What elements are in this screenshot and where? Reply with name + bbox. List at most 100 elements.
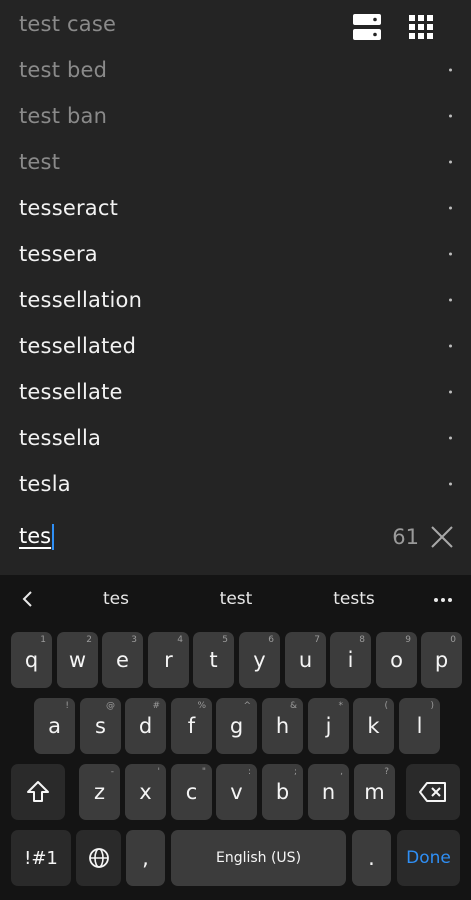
key-c[interactable]: " c (171, 764, 212, 820)
key-hint: # (152, 701, 160, 711)
item-dot (449, 252, 452, 256)
symbols-key[interactable]: !#1 (11, 830, 71, 886)
grid-view-icon[interactable] (404, 10, 438, 44)
key-hint: @ (106, 701, 115, 711)
key-label: b (275, 780, 290, 804)
item-dot (449, 298, 452, 302)
key-label: q (24, 648, 39, 672)
suggestion-1[interactable]: tes (103, 589, 129, 609)
key-n[interactable]: ,n (308, 764, 349, 820)
key-z[interactable]: -z (79, 764, 120, 820)
key-hint: 8 (359, 635, 365, 645)
item-dot (449, 344, 452, 348)
key-u[interactable]: 7u (285, 632, 326, 688)
key-label: s (95, 714, 106, 738)
key-hint: 5 (222, 635, 228, 645)
done-key[interactable]: Done (397, 830, 460, 886)
key-g[interactable]: ^ g (216, 698, 257, 754)
key-hint: ( (384, 701, 388, 711)
key-hint: - (110, 767, 114, 777)
item-dot (449, 206, 452, 210)
key-label: f (187, 714, 196, 738)
search-row[interactable]: tes 61 (0, 510, 471, 564)
key-t[interactable]: 5t (193, 632, 234, 688)
suggestion-2[interactable]: test (220, 589, 253, 609)
key-v[interactable]: :v (216, 764, 257, 820)
key-hint: 9 (405, 635, 411, 645)
key-f[interactable]: % f (171, 698, 212, 754)
list-item-word: tessella (19, 426, 102, 450)
key-hint: , (340, 767, 343, 777)
key-hint: 2 (86, 635, 92, 645)
key-hint: * (338, 701, 344, 711)
list-item[interactable]: tesla (0, 461, 471, 507)
suggestion-3[interactable]: tests (333, 589, 375, 609)
list-item[interactable]: test (0, 139, 471, 185)
list-item[interactable]: tessellate (0, 369, 471, 415)
backspace-key[interactable] (406, 764, 460, 820)
list-item[interactable]: tessellation (0, 277, 471, 323)
key-label: l (416, 714, 423, 738)
key-label: c (185, 780, 198, 804)
key-p[interactable]: 0p (421, 632, 462, 688)
key-s[interactable]: @ s (80, 698, 121, 754)
search-input[interactable]: tes (19, 524, 55, 550)
language-key[interactable] (76, 830, 121, 886)
list-item[interactable]: tessella (0, 415, 471, 461)
key-e[interactable]: 3e (102, 632, 143, 688)
key-label: i (347, 648, 354, 672)
list-item[interactable]: tesseract (0, 185, 471, 231)
key-r[interactable]: 4r (148, 632, 189, 688)
shift-key[interactable] (11, 764, 65, 820)
key-a[interactable]: ! a (34, 698, 75, 754)
list-item[interactable]: test bed (0, 47, 471, 93)
list-item-word: test bed (19, 58, 108, 82)
key-label: t (209, 648, 218, 672)
done-label: Done (406, 848, 451, 868)
space-label: English (US) (215, 850, 302, 866)
key-hint: ^ (243, 701, 251, 711)
key-label: m (364, 780, 385, 804)
search-query: tes (19, 524, 52, 548)
list-item[interactable]: test ban (0, 93, 471, 139)
key-w[interactable]: 2w (57, 632, 98, 688)
key-h[interactable]: & h (262, 698, 303, 754)
key-y[interactable]: 6y (239, 632, 280, 688)
key-label: w (68, 648, 87, 672)
chevron-left-icon[interactable] (18, 589, 38, 609)
key-label: h (275, 714, 290, 738)
key-q[interactable]: 1q (11, 632, 52, 688)
key-x[interactable]: ' x (125, 764, 166, 820)
key-k[interactable]: (k (353, 698, 394, 754)
key-d[interactable]: # d (125, 698, 166, 754)
key-b[interactable]: ; b (262, 764, 303, 820)
list-item-word: tessellate (19, 380, 123, 404)
item-dot (449, 160, 452, 164)
key-i[interactable]: 8i (330, 632, 371, 688)
close-icon[interactable] (429, 524, 455, 550)
more-icon[interactable] (433, 597, 453, 603)
list-item[interactable]: tessera (0, 231, 471, 277)
key-o[interactable]: 9o (376, 632, 417, 688)
list-item-word: tessera (19, 242, 98, 266)
item-dot (449, 482, 452, 486)
key-hint: 0 (450, 635, 456, 645)
list-item-word: tesla (19, 472, 71, 496)
list-item-word: tessellation (19, 288, 143, 312)
key-hint: ? (384, 767, 389, 777)
list-item-word: tesseract (19, 196, 119, 220)
text-cursor (52, 524, 55, 550)
list-item[interactable]: test case (0, 1, 471, 47)
key-label: x (139, 780, 152, 804)
period-key[interactable]: . (352, 830, 391, 886)
space-key[interactable]: English (US) (171, 830, 346, 886)
item-dot (449, 68, 452, 72)
suggestion-bar: tes test tests (0, 575, 471, 623)
key-m[interactable]: ? m (354, 764, 395, 820)
key-j[interactable]: * j (308, 698, 349, 754)
comma-key[interactable]: , (126, 830, 165, 886)
list-view-icon[interactable] (350, 10, 384, 44)
list-item[interactable]: tessellated (0, 323, 471, 369)
key-l[interactable]: ) l (399, 698, 440, 754)
key-label: d (138, 714, 153, 738)
